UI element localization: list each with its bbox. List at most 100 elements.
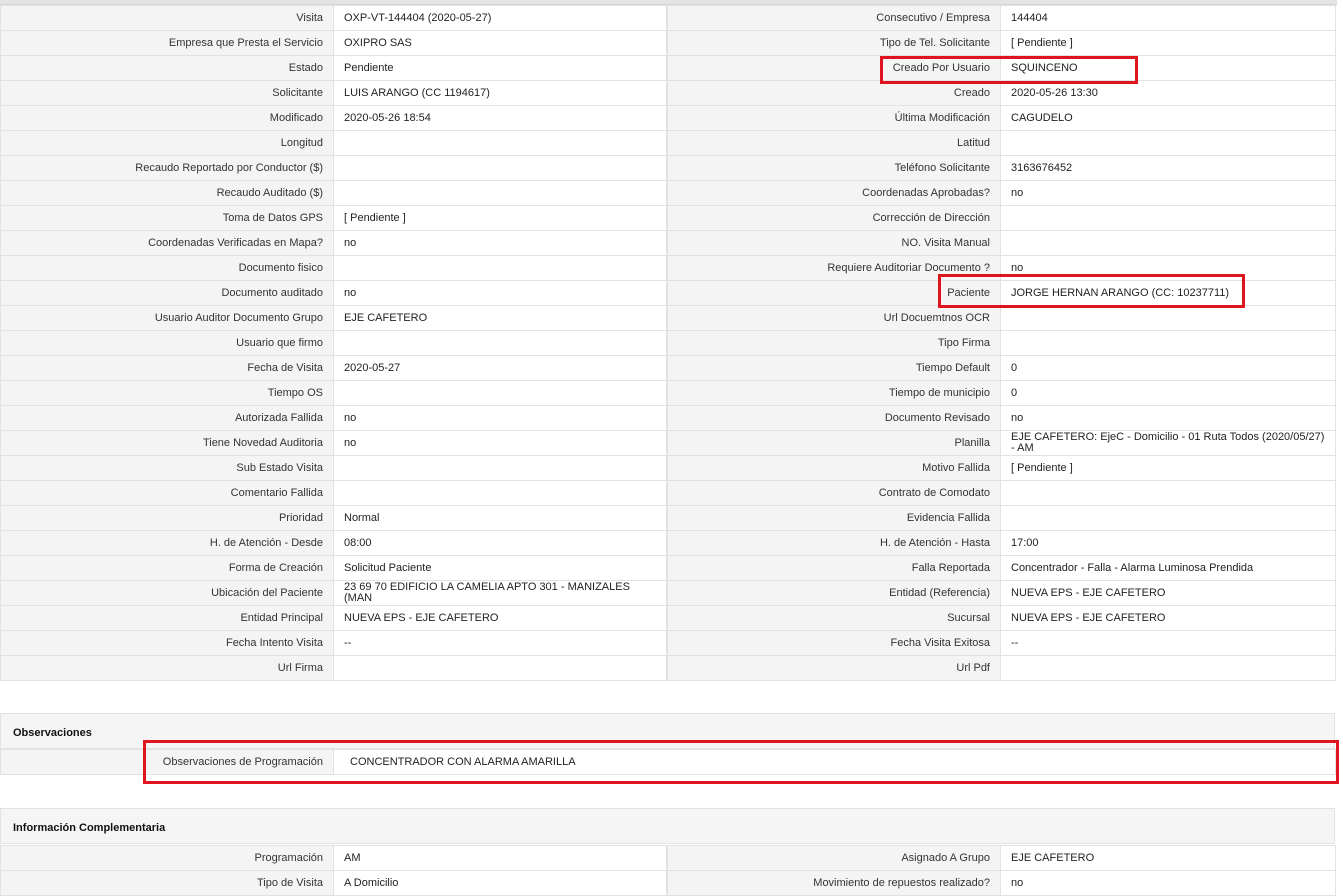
entidad-principal-value: NUEVA EPS - EJE CAFETERO — [333, 605, 667, 631]
no-visita-manual-label: NO. Visita Manual — [667, 230, 1001, 256]
tiene-novedad-auditoria-label: Tiene Novedad Auditoria — [0, 430, 334, 456]
ultima-modificacion-label: Última Modificación — [667, 105, 1001, 131]
tipo-de-tel-solicitante-label: Tipo de Tel. Solicitante — [667, 30, 1001, 56]
tiempo-os-value — [333, 380, 667, 406]
programacion-value: AM — [333, 845, 667, 871]
table-row: Recaudo Auditado ($) Coordenadas Aprobada… — [0, 180, 1336, 206]
prioridad-value: Normal — [333, 505, 667, 531]
estado-value: Pendiente — [333, 55, 667, 81]
asignado-a-grupo-value: EJE CAFETERO — [1000, 845, 1336, 871]
planilla-label: Planilla — [667, 430, 1001, 456]
forma-de-creacion-value: Solicitud Paciente — [333, 555, 667, 581]
table-row: Prioridad Normal Evidencia Fallida — [0, 505, 1336, 531]
observaciones-row: Observaciones de Programación CONCENTRAD… — [0, 749, 1336, 775]
modificado-value: 2020-05-26 18:54 — [333, 105, 667, 131]
latitud-value — [1000, 130, 1336, 156]
contrato-de-comodato-value — [1000, 480, 1336, 506]
empresa-que-presta-el-servicio-value: OXIPRO SAS — [333, 30, 667, 56]
observaciones-programacion-label: Observaciones de Programación — [0, 749, 334, 775]
toma-de-datos-gps-label: Toma de Datos GPS — [0, 205, 334, 231]
fecha-de-visita-value: 2020-05-27 — [333, 355, 667, 381]
table-row: Usuario que firmo Tipo Firma — [0, 330, 1336, 356]
tiene-novedad-auditoria-value: no — [333, 430, 667, 456]
falla-reportada-label: Falla Reportada — [667, 555, 1001, 581]
tiempo-default-value: 0 — [1000, 355, 1336, 381]
visita-label: Visita — [0, 5, 334, 31]
sub-estado-visita-value — [333, 455, 667, 481]
h-de-atencion-hasta-label: H. de Atención - Hasta — [667, 530, 1001, 556]
visit-details-table: Visita OXP-VT-144404 (2020-05-27) Consecut… — [0, 5, 1336, 681]
url-pdf-label: Url Pdf — [667, 655, 1001, 681]
empresa-que-presta-el-servicio-label: Empresa que Presta el Servicio — [0, 30, 334, 56]
telefono-solicitante-label: Teléfono Solicitante — [667, 155, 1001, 181]
url-firma-label: Url Firma — [0, 655, 334, 681]
autorizada-fallida-value: no — [333, 405, 667, 431]
sucursal-label: Sucursal — [667, 605, 1001, 631]
consecutivo-empresa-value: 144404 — [1000, 5, 1336, 31]
h-de-atencion-desde-value: 08:00 — [333, 530, 667, 556]
longitud-label: Longitud — [0, 130, 334, 156]
creado-value: 2020-05-26 13:30 — [1000, 80, 1336, 106]
complementaria-section-header: Información Complementaria — [0, 808, 1335, 844]
complementaria-title: Información Complementaria — [13, 822, 166, 834]
tiempo-de-municipio-label: Tiempo de municipio — [667, 380, 1001, 406]
tiempo-default-label: Tiempo Default — [667, 355, 1001, 381]
tiempo-os-label: Tiempo OS — [0, 380, 334, 406]
ubicacion-del-paciente-value: 23 69 70 EDIFICIO LA CAMELIA APTO 301 - … — [333, 580, 667, 606]
solicitante-label: Solicitante — [0, 80, 334, 106]
comentario-fallida-value — [333, 480, 667, 506]
entidad-referencia-value: NUEVA EPS - EJE CAFETERO — [1000, 580, 1336, 606]
solicitante-value: LUIS ARANGO (CC 1194617) — [333, 80, 667, 106]
documento-auditado-label: Documento auditado — [0, 280, 334, 306]
h-de-atencion-hasta-value: 17:00 — [1000, 530, 1336, 556]
sucursal-value: NUEVA EPS - EJE CAFETERO — [1000, 605, 1336, 631]
paciente-label: Paciente — [667, 280, 1001, 306]
correccion-de-direccion-value — [1000, 205, 1336, 231]
table-row: Solicitante LUIS ARANGO (CC 1194617) Cread… — [0, 80, 1336, 106]
table-row: Modificado 2020-05-26 18:54 Última Modific… — [0, 105, 1336, 131]
evidencia-fallida-label: Evidencia Fallida — [667, 505, 1001, 531]
table-row: Url Firma Url Pdf — [0, 655, 1336, 681]
prioridad-label: Prioridad — [0, 505, 334, 531]
autorizada-fallida-label: Autorizada Fallida — [0, 405, 334, 431]
recaudo-auditado-label: Recaudo Auditado ($) — [0, 180, 334, 206]
table-row: Comentario Fallida Contrato de Comodato — [0, 480, 1336, 506]
url-firma-value — [333, 655, 667, 681]
recaudo-reportado-por-conductor-value — [333, 155, 667, 181]
table-row: Recaudo Reportado por Conductor ($) Teléf… — [0, 155, 1336, 181]
table-row: Sub Estado Visita Motivo Fallida[ Pendien… — [0, 455, 1336, 481]
correccion-de-direccion-label: Corrección de Dirección — [667, 205, 1001, 231]
observaciones-section-header: Observaciones — [0, 713, 1335, 749]
table-row: Fecha de Visita 2020-05-27 Tiempo Default… — [0, 355, 1336, 381]
contrato-de-comodato-label: Contrato de Comodato — [667, 480, 1001, 506]
fecha-intento-visita-value: -- — [333, 630, 667, 656]
url-pdf-value — [1000, 655, 1336, 681]
table-row: Tipo de Visita A Domicilio Movimiento de r… — [0, 870, 1336, 896]
documento-revisado-label: Documento Revisado — [667, 405, 1001, 431]
no-visita-manual-value — [1000, 230, 1336, 256]
table-row: Programación AM Asignado A Grupo EJE CAFETE… — [0, 845, 1336, 871]
estado-label: Estado — [0, 55, 334, 81]
sub-estado-visita-label: Sub Estado Visita — [0, 455, 334, 481]
table-row: Coordenadas Verificadas en Mapa? no NO. V… — [0, 230, 1336, 256]
tipo-de-visita-value: A Domicilio — [333, 870, 667, 896]
tipo-de-visita-label: Tipo de Visita — [0, 870, 334, 896]
coordenadas-verificadas-en-mapa-label: Coordenadas Verificadas en Mapa? — [0, 230, 334, 256]
motivo-fallida-label: Motivo Fallida — [667, 455, 1001, 481]
paciente-value: JORGE HERNAN ARANGO (CC: 10237711) — [1000, 280, 1336, 306]
documento-fisico-value — [333, 255, 667, 281]
table-row: Ubicación del Paciente 23 69 70 EDIFICIO … — [0, 580, 1336, 606]
falla-reportada-value: Concentrador - Falla - Alarma Luminosa P… — [1000, 555, 1336, 581]
toma-de-datos-gps-value: [ Pendiente ] — [333, 205, 667, 231]
table-row: Empresa que Presta el Servicio OXIPRO SAS… — [0, 30, 1336, 56]
longitud-value — [333, 130, 667, 156]
ultima-modificacion-value: CAGUDELO — [1000, 105, 1336, 131]
table-row: Documento fisico Requiere Auditoriar Docu… — [0, 255, 1336, 281]
creado-por-usuario-label: Creado Por Usuario — [667, 55, 1001, 81]
recaudo-auditado-value — [333, 180, 667, 206]
h-de-atencion-desde-label: H. de Atención - Desde — [0, 530, 334, 556]
fecha-intento-visita-label: Fecha Intento Visita — [0, 630, 334, 656]
table-row: Toma de Datos GPS[ Pendiente ] Corrección… — [0, 205, 1336, 231]
coordenadas-verificadas-en-mapa-value: no — [333, 230, 667, 256]
ubicacion-del-paciente-label: Ubicación del Paciente — [0, 580, 334, 606]
